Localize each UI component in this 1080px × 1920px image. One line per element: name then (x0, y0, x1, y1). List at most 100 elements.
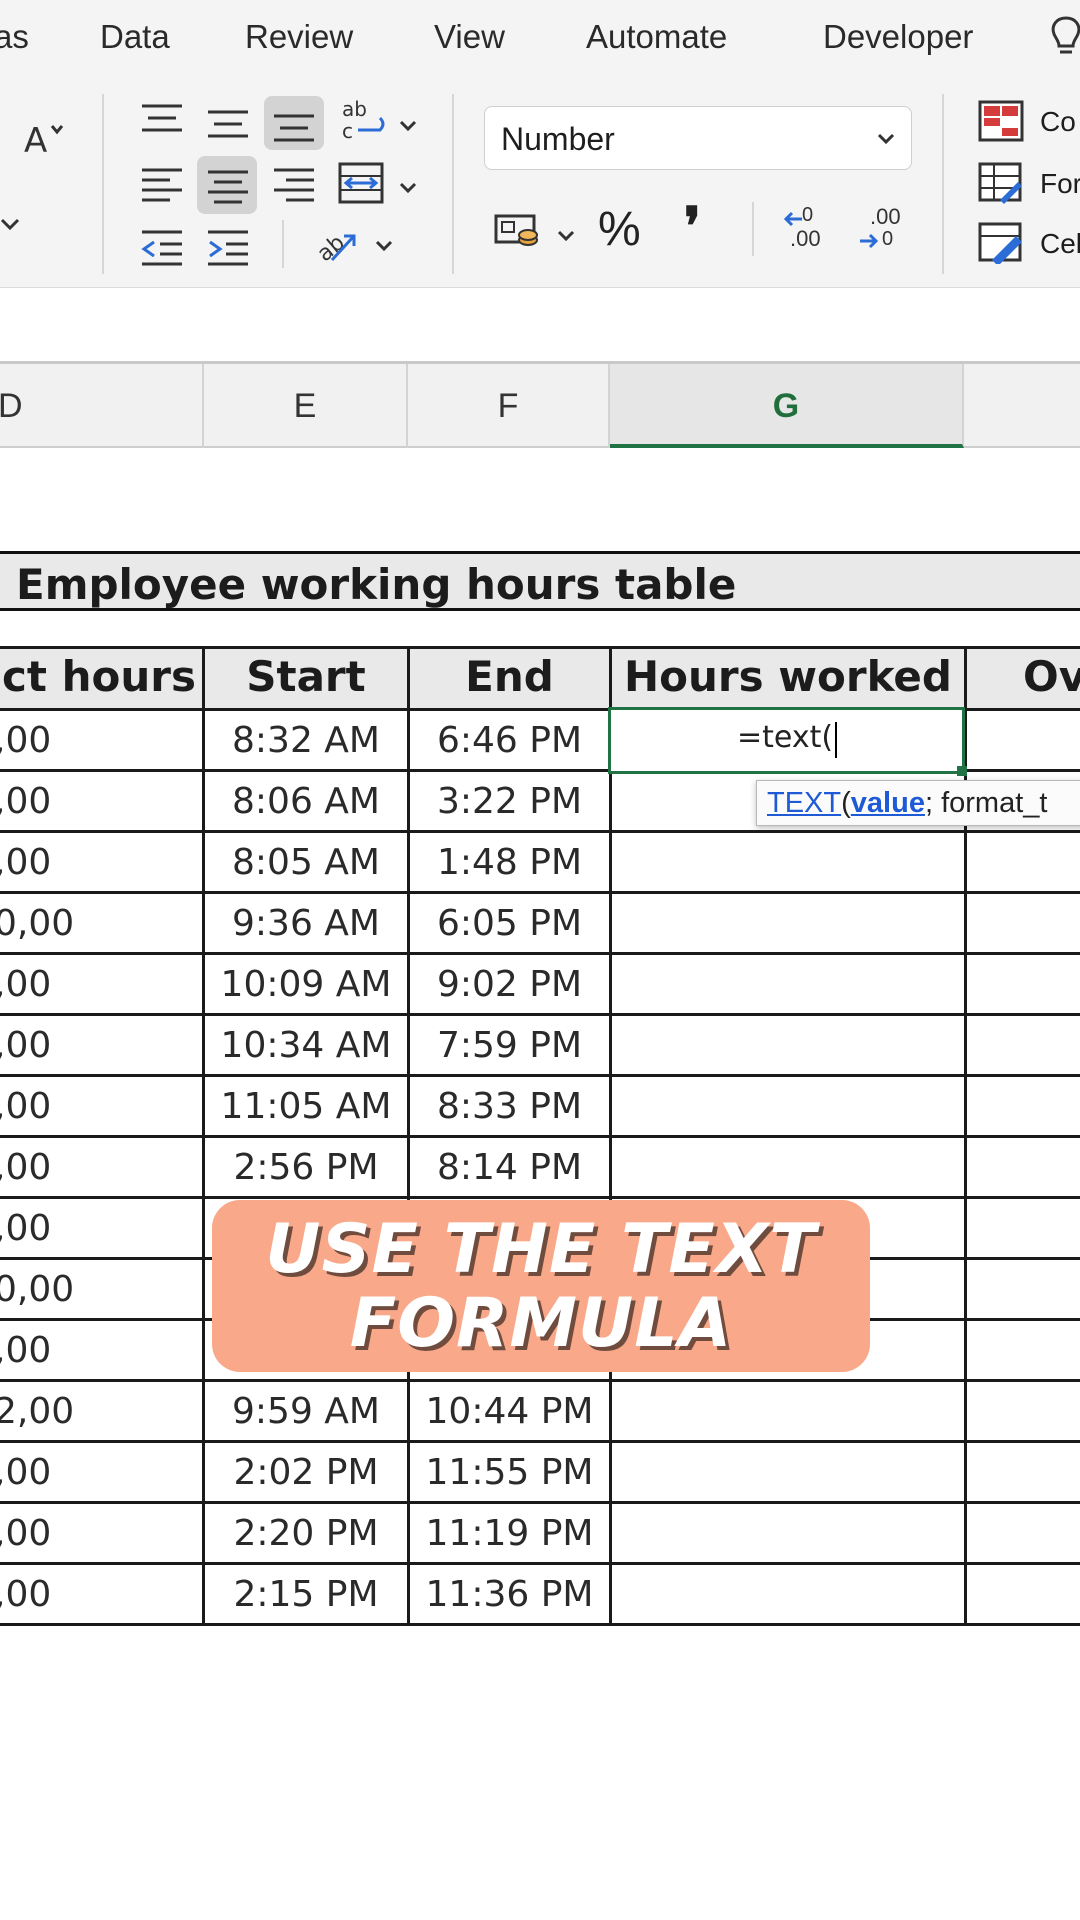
cell-styles-icon[interactable] (978, 222, 1024, 264)
wrap-text-icon[interactable]: ab c (340, 96, 390, 146)
overtime-cell[interactable] (967, 893, 1080, 954)
hours-worked-cell[interactable] (612, 1015, 964, 1076)
header-end[interactable]: End (410, 648, 609, 710)
start-cell[interactable]: 2:15 PM (205, 1564, 407, 1625)
start-cell[interactable]: 8:05 AM (205, 832, 407, 893)
tab-automate[interactable]: Automate (586, 18, 727, 56)
hours-worked-cell[interactable] (612, 1503, 964, 1564)
start-cell[interactable]: 2:20 PM (205, 1503, 407, 1564)
percent-style-button[interactable]: % (598, 202, 641, 257)
overtime-cell[interactable] (967, 1259, 1080, 1320)
end-cell[interactable]: 8:33 PM (410, 1076, 609, 1137)
fill-handle[interactable] (957, 766, 967, 776)
overtime-cell[interactable] (967, 1015, 1080, 1076)
align-bottom-icon[interactable] (272, 104, 316, 144)
end-cell[interactable]: 11:19 PM (410, 1503, 609, 1564)
tab-developer[interactable]: Developer (823, 18, 973, 56)
end-cell[interactable]: 3:22 PM (410, 771, 609, 832)
tab-review[interactable]: Review (245, 18, 353, 56)
overtime-cell[interactable] (967, 1076, 1080, 1137)
hours-worked-cell[interactable] (612, 1076, 964, 1137)
column-header-f[interactable]: F (408, 364, 610, 448)
table-title[interactable]: Employee working hours table (16, 560, 736, 609)
end-cell[interactable]: 11:36 PM (410, 1564, 609, 1625)
active-cell-input[interactable]: =text( (737, 720, 833, 755)
contract-hours-cell[interactable]: ,00 (0, 1503, 194, 1564)
start-cell[interactable]: 10:34 AM (205, 1015, 407, 1076)
hours-worked-cell[interactable] (612, 832, 964, 893)
header-contract-hours[interactable]: ct hours (0, 648, 202, 710)
overtime-cell[interactable] (967, 1503, 1080, 1564)
end-cell[interactable]: 11:55 PM (410, 1442, 609, 1503)
hours-worked-cell[interactable] (612, 954, 964, 1015)
hours-worked-cell[interactable] (612, 1137, 964, 1198)
increase-decimal-button[interactable]: 0 .00 (782, 204, 832, 256)
chevron-down-icon[interactable] (556, 226, 576, 246)
start-cell[interactable]: 2:56 PM (205, 1137, 407, 1198)
header-overtime[interactable]: Ov (967, 648, 1080, 710)
header-start[interactable]: Start (205, 648, 407, 710)
contract-hours-cell[interactable]: ,00 (0, 771, 194, 832)
align-center-icon[interactable] (206, 166, 250, 206)
tooltip-current-arg[interactable]: value (851, 787, 925, 819)
start-cell[interactable]: 11:05 AM (205, 1076, 407, 1137)
decrease-decimal-button[interactable]: .00 0 (858, 204, 908, 256)
chevron-down-icon[interactable] (398, 116, 418, 136)
end-cell[interactable]: 6:46 PM (410, 710, 609, 771)
overtime-cell[interactable] (967, 1564, 1080, 1625)
chevron-down-icon[interactable] (398, 178, 418, 198)
comma-style-button[interactable]: ❜ (684, 196, 701, 257)
hours-worked-cell[interactable] (612, 1564, 964, 1625)
end-cell[interactable]: 10:44 PM (410, 1381, 609, 1442)
column-header-g[interactable]: G (610, 364, 964, 448)
align-middle-icon[interactable] (206, 104, 250, 144)
contract-hours-cell[interactable]: ,00 (0, 1564, 194, 1625)
text-orientation-icon[interactable]: ab (312, 220, 360, 268)
end-cell[interactable]: 9:02 PM (410, 954, 609, 1015)
number-format-dropdown[interactable]: Number (484, 106, 912, 170)
conditional-formatting-icon[interactable] (978, 100, 1024, 142)
overtime-cell[interactable] (967, 1320, 1080, 1381)
chevron-down-icon[interactable] (0, 214, 20, 234)
overtime-cell[interactable] (967, 1137, 1080, 1198)
format-as-table-label[interactable]: For (1040, 168, 1080, 200)
increase-indent-icon[interactable] (206, 228, 250, 268)
format-as-table-icon[interactable] (978, 162, 1024, 204)
end-cell[interactable]: 7:59 PM (410, 1015, 609, 1076)
column-header-d[interactable]: D (0, 364, 204, 448)
column-header-e[interactable]: E (204, 364, 408, 448)
conditional-formatting-label[interactable]: Co (1040, 106, 1076, 138)
lightbulb-icon[interactable] (1046, 14, 1080, 60)
accounting-format-icon[interactable] (494, 210, 542, 250)
tab-formulas[interactable]: as (0, 18, 29, 56)
tab-view[interactable]: View (434, 18, 505, 56)
contract-hours-cell[interactable]: ,00 (0, 1015, 194, 1076)
header-hours-worked[interactable]: Hours worked (612, 648, 964, 710)
overtime-cell[interactable] (967, 1381, 1080, 1442)
overtime-cell[interactable] (967, 1442, 1080, 1503)
contract-hours-cell[interactable]: ,00 (0, 1137, 194, 1198)
tooltip-function-link[interactable]: TEXT (767, 787, 841, 819)
start-cell[interactable]: 9:36 AM (205, 893, 407, 954)
start-cell[interactable]: 8:32 AM (205, 710, 407, 771)
merge-center-icon[interactable] (338, 160, 384, 206)
contract-hours-cell[interactable]: ,00 (0, 1442, 194, 1503)
start-cell[interactable]: 9:59 AM (205, 1381, 407, 1442)
contract-hours-cell[interactable]: ,00 (0, 832, 194, 893)
overtime-cell[interactable] (967, 710, 1080, 771)
start-cell[interactable]: 8:06 AM (205, 771, 407, 832)
align-right-icon[interactable] (272, 164, 316, 204)
hours-worked-cell[interactable] (612, 893, 964, 954)
start-cell[interactable]: 10:09 AM (205, 954, 407, 1015)
tab-data[interactable]: Data (100, 18, 170, 56)
align-top-icon[interactable] (140, 100, 184, 140)
contract-hours-cell[interactable]: 0,00 (0, 1259, 194, 1320)
hours-worked-cell[interactable] (612, 1442, 964, 1503)
end-cell[interactable]: 8:14 PM (410, 1137, 609, 1198)
contract-hours-cell[interactable]: 2,00 (0, 1381, 194, 1442)
contract-hours-cell[interactable]: ,00 (0, 954, 194, 1015)
overtime-cell[interactable] (967, 832, 1080, 893)
active-cell-g[interactable]: =text( (608, 707, 965, 774)
hours-worked-cell[interactable] (612, 1381, 964, 1442)
align-left-icon[interactable] (140, 164, 184, 204)
